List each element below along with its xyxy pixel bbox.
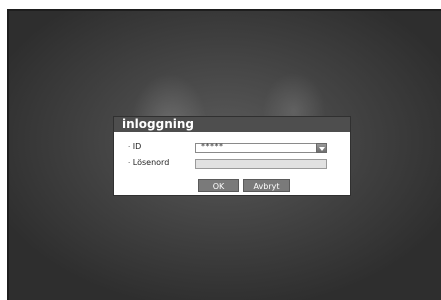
password-input[interactable] xyxy=(195,159,327,169)
cancel-button[interactable]: Avbryt xyxy=(243,179,290,192)
id-label: ID xyxy=(132,142,142,151)
ok-button[interactable]: OK xyxy=(198,179,239,192)
password-label: Lösenord xyxy=(132,158,170,167)
login-dialog: inloggning · ID ***** · Lösenord OK Avbr… xyxy=(113,116,351,196)
bullet-icon: · xyxy=(128,159,131,167)
id-select-value: ***** xyxy=(201,142,224,151)
bullet-icon: · xyxy=(128,143,131,151)
id-select[interactable]: ***** xyxy=(195,142,327,153)
chevron-down-icon[interactable] xyxy=(316,143,327,153)
id-label-row: · ID xyxy=(128,142,141,151)
password-label-row: · Lösenord xyxy=(128,158,169,167)
dialog-title: inloggning xyxy=(114,117,350,132)
